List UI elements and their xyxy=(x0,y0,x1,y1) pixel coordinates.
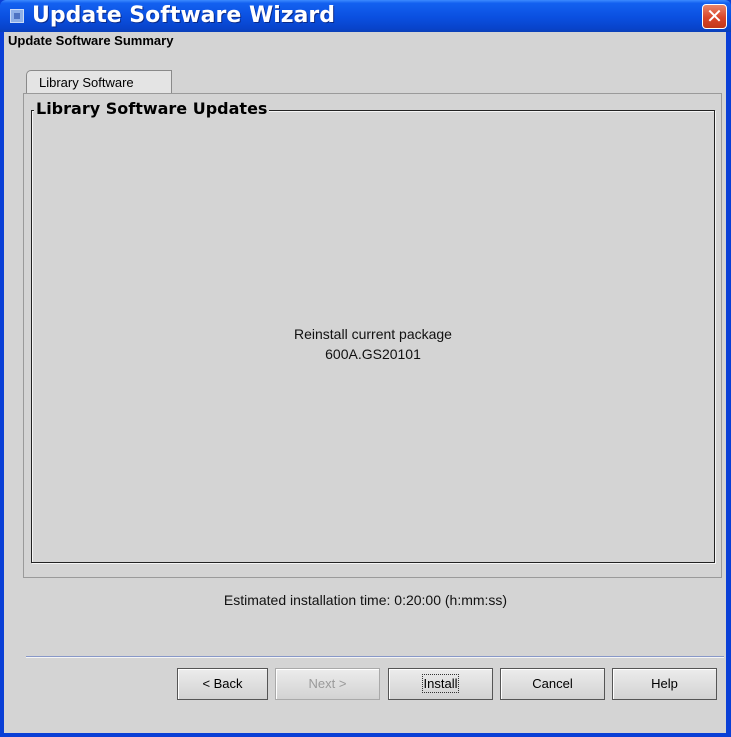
package-version: 600A.GS20101 xyxy=(325,346,421,362)
help-label: Help xyxy=(651,676,678,691)
app-icon xyxy=(10,9,24,23)
help-button[interactable]: Help xyxy=(612,668,717,700)
install-button[interactable]: Install xyxy=(388,668,493,700)
wizard-window: Update Software Wizard ✕ Update Software… xyxy=(0,0,731,737)
group-title: Library Software Updates xyxy=(34,99,270,118)
close-icon[interactable]: ✕ xyxy=(702,4,727,29)
title-bar[interactable]: Update Software Wizard ✕ xyxy=(0,0,731,32)
cancel-button[interactable]: Cancel xyxy=(500,668,605,700)
back-button[interactable]: < Back xyxy=(177,668,268,700)
install-label: Install xyxy=(421,674,460,693)
cancel-label: Cancel xyxy=(532,676,573,691)
estimated-time: Estimated installation time: 0:20:00 (h:… xyxy=(223,592,508,608)
tab-library-software[interactable]: Library Software xyxy=(26,70,172,94)
separator xyxy=(26,656,724,658)
window-title: Update Software Wizard xyxy=(32,3,336,28)
next-label: Next > xyxy=(308,676,347,691)
page-title: Update Software Summary xyxy=(8,33,174,48)
back-label: < Back xyxy=(202,676,243,691)
next-button[interactable]: Next > xyxy=(275,668,380,700)
reinstall-message: Reinstall current package xyxy=(294,326,452,342)
